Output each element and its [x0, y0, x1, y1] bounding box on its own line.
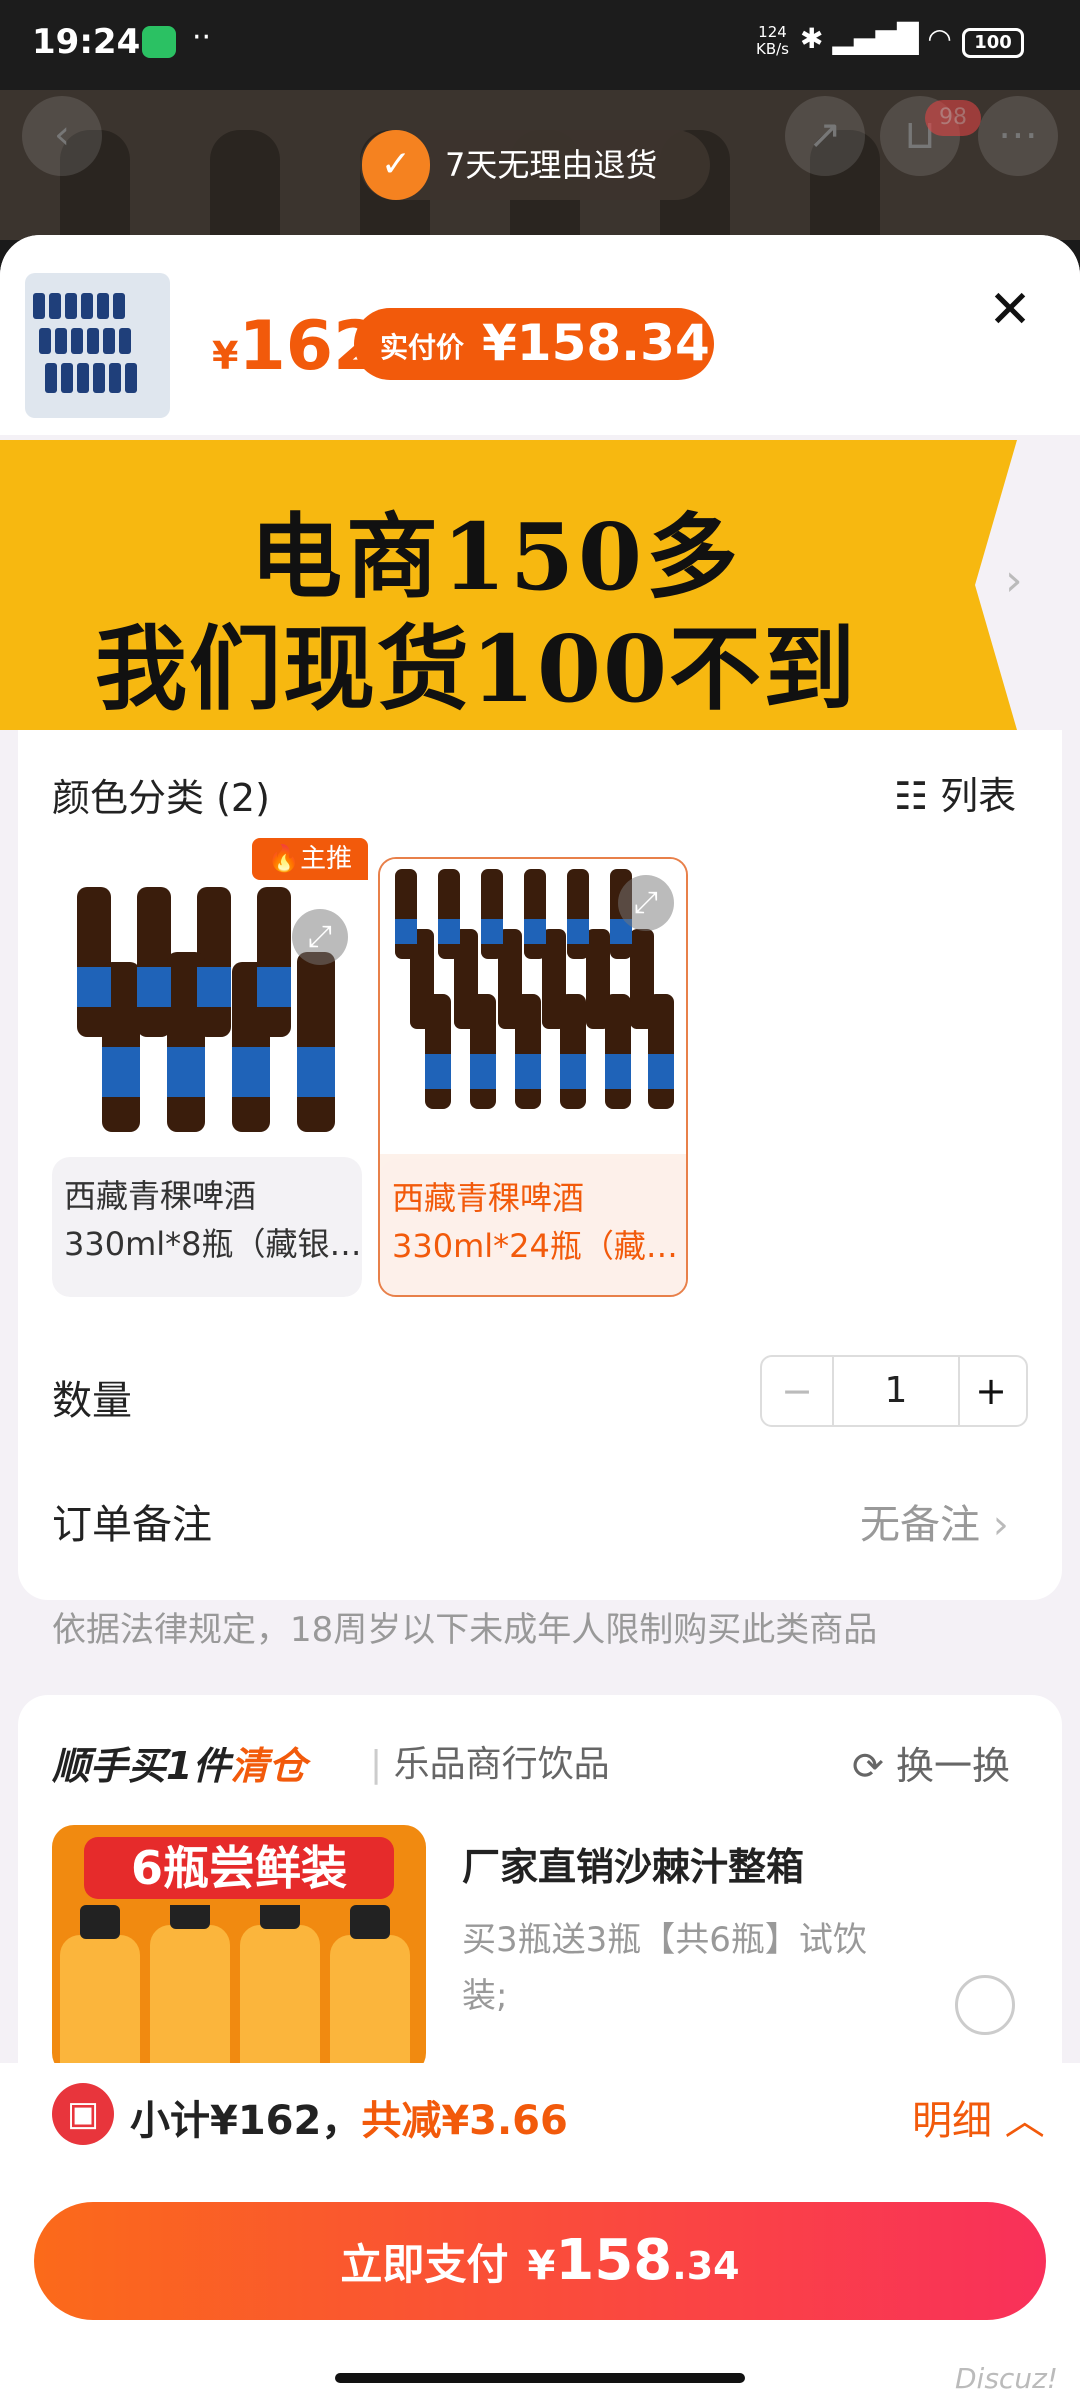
price-currency: ¥	[212, 334, 239, 378]
paid-price-value: ¥158.34	[482, 314, 710, 372]
hot-tag: 🔥主推	[252, 838, 368, 880]
addon-shop: | 乐品商行饮品	[370, 1744, 610, 1785]
order-note-row[interactable]: 无备注 ›	[860, 1492, 1009, 1550]
variant-image	[52, 857, 362, 1152]
quantity-label: 数量	[52, 1378, 132, 1424]
subtotal: 小计¥162，共减¥3.66	[130, 2088, 568, 2146]
system-icons: ✱ ▂▄▆█ ◠	[800, 22, 952, 55]
list-view-label: 列表	[940, 774, 1017, 818]
swap-label: 换一换	[895, 1744, 1010, 1788]
variant-line-2: 330ml*24瓶（藏…	[392, 1227, 678, 1265]
increment-button[interactable]: +	[956, 1357, 1026, 1425]
cart-count-badge: 98	[925, 100, 981, 136]
addon-title-tag: 清仓	[230, 1744, 307, 1788]
chevron-up-icon: ︿	[1004, 2098, 1045, 2144]
detail-toggle[interactable]: 明细 ︿	[912, 2088, 1045, 2146]
back-icon[interactable]: ‹	[22, 96, 102, 176]
addon-product-badge: 6瓶尝鲜装	[84, 1837, 394, 1899]
share-icon[interactable]: ↗	[785, 96, 865, 176]
swap-button[interactable]: ⟳ 换一换	[852, 1735, 1010, 1790]
addon-select-radio[interactable]	[955, 1975, 1015, 2035]
home-indicator[interactable]	[335, 2373, 745, 2383]
subtotal-text: 小计¥162，	[130, 2098, 362, 2144]
order-note-value: 无备注	[860, 1502, 980, 1548]
more-icon[interactable]: ⋯	[978, 96, 1058, 176]
shield-check-icon: ✓	[362, 130, 430, 200]
addon-shop-name: 乐品商行饮品	[393, 1744, 610, 1785]
expand-icon[interactable]: ⤢	[292, 909, 348, 965]
signal-icon: ▂▄▆█	[832, 22, 919, 55]
variant-name: 西藏青稞啤酒 330ml*24瓶（藏…	[392, 1174, 678, 1270]
net-speed: 124 KB/s	[756, 24, 789, 58]
coupon-icon: ▣	[52, 2083, 114, 2145]
addon-title-prefix: 顺手买1件	[52, 1744, 231, 1788]
paid-price-pill: 实付价 ¥158.34	[354, 308, 714, 380]
return-policy-text: 7天无理由退货	[445, 146, 658, 184]
chevron-right-icon[interactable]: ›	[1005, 555, 1023, 606]
pay-label: 立即支付	[340, 2240, 509, 2289]
bluetooth-icon: ✱	[800, 22, 824, 55]
addon-title: 顺手买1件清仓	[52, 1735, 306, 1790]
addon-product-title: 厂家直销沙棘汁整箱	[462, 1845, 805, 1889]
list-view-toggle[interactable]: ☷ 列表	[894, 765, 1016, 820]
variant-name: 西藏青稞啤酒 330ml*8瓶（藏银…	[64, 1172, 362, 1268]
addon-product-desc: 买3瓶送3瓶【共6瓶】试饮装;	[462, 1920, 867, 2016]
detail-label: 明细	[912, 2098, 992, 2144]
refresh-icon: ⟳	[852, 1744, 884, 1788]
expand-icon[interactable]: ⤢	[618, 875, 674, 931]
status-time: 19:24	[32, 22, 141, 62]
variant-option[interactable]: ⤢ 西藏青稞啤酒 330ml*8瓶（藏银…	[52, 857, 362, 1297]
battery-indicator: 100	[962, 28, 1024, 58]
variants-title: 颜色分类 (2)	[52, 776, 270, 820]
chevron-right-icon: ›	[992, 1502, 1009, 1548]
wifi-icon: ◠	[927, 22, 952, 55]
promo-line-2: 我们现货100不到	[95, 615, 858, 723]
discount-text: 共减¥3.66	[361, 2098, 568, 2144]
variant-line-1: 西藏青稞啤酒	[392, 1179, 585, 1217]
quantity-stepper: − 1 +	[760, 1355, 1028, 1427]
pay-amount-dec: .34	[672, 2244, 740, 2288]
legal-notice: 依据法律规定，18周岁以下未成年人限制购买此类商品	[52, 1610, 878, 1650]
variant-option-selected[interactable]: ⤢ 西藏青稞啤酒 330ml*24瓶（藏…	[378, 857, 688, 1297]
more-notifications-icon: ··	[192, 20, 212, 55]
quantity-value[interactable]: 1	[832, 1357, 960, 1425]
watermark: Discuz!	[955, 2362, 1058, 2395]
list-icon: ☷	[894, 774, 929, 818]
net-speed-unit: KB/s	[756, 40, 789, 58]
addon-product-image[interactable]: 6瓶尝鲜装	[52, 1825, 426, 2075]
fire-icon: 🔥	[267, 844, 301, 874]
product-thumbnail[interactable]	[25, 273, 170, 418]
variant-line-2: 330ml*8瓶（藏银…	[64, 1225, 362, 1263]
paid-price-label: 实付价	[380, 331, 465, 364]
net-speed-value: 124	[758, 23, 787, 41]
close-icon[interactable]: ✕	[985, 284, 1035, 336]
hot-tag-label: 主推	[300, 844, 353, 874]
pay-now-button[interactable]: 立即支付 ¥158.34	[34, 2202, 1046, 2320]
pay-currency: ¥	[527, 2243, 556, 2289]
wechat-icon	[142, 26, 176, 58]
pay-amount-int: 158	[555, 2228, 673, 2293]
variant-line-1: 西藏青稞啤酒	[64, 1177, 257, 1215]
order-note-label: 订单备注	[52, 1502, 212, 1548]
decrement-button[interactable]: −	[762, 1357, 832, 1425]
